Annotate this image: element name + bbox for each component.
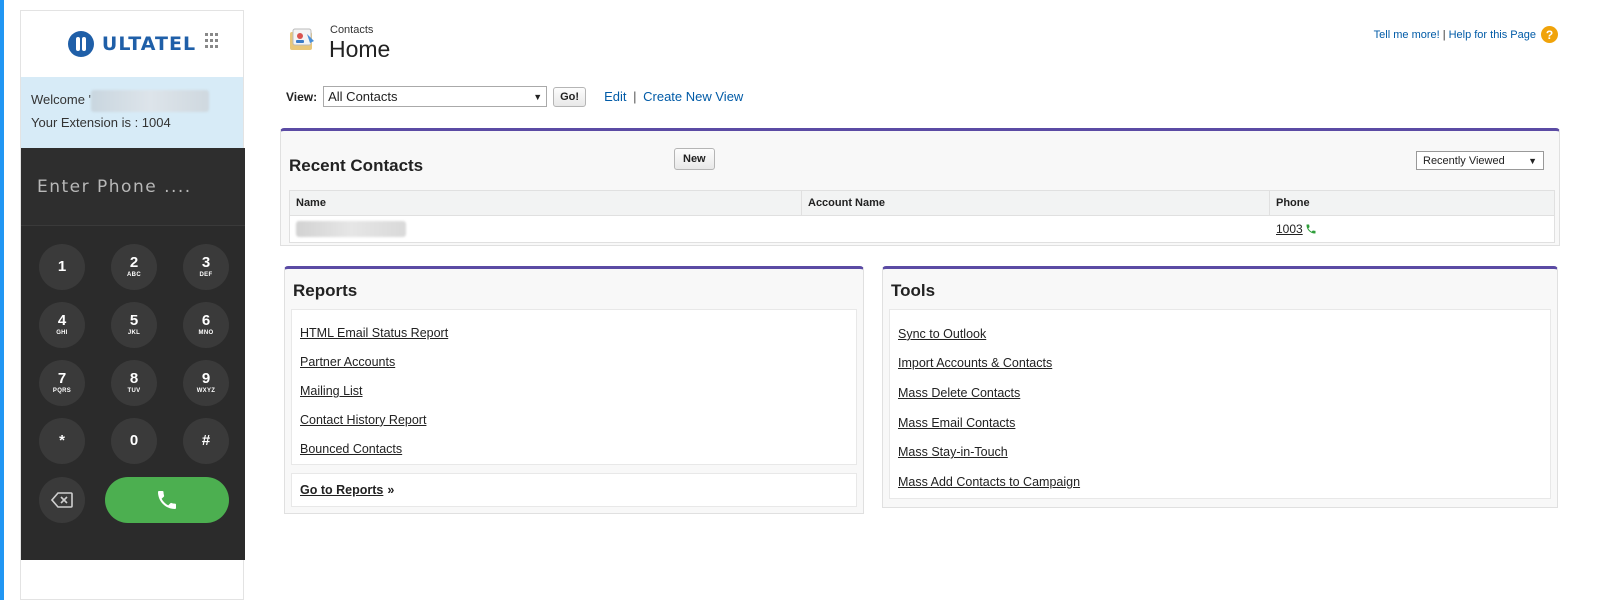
tool-link-mass-add-campaign[interactable]: Mass Add Contacts to Campaign	[898, 467, 1542, 497]
go-to-reports-box: Go to Reports »	[291, 473, 857, 507]
phone-number: 1003	[1276, 222, 1303, 236]
page-title: Home	[329, 36, 391, 62]
logo-text: ULTATEL	[101, 33, 197, 55]
column-header-phone[interactable]: Phone	[1270, 191, 1554, 215]
welcome-text: Welcome '	[31, 92, 92, 107]
call-button[interactable]	[105, 477, 229, 523]
report-link-bounced-contacts[interactable]: Bounced Contacts	[300, 434, 848, 463]
go-button[interactable]: Go!	[553, 86, 587, 107]
tool-link-import-accounts[interactable]: Import Accounts & Contacts	[898, 349, 1542, 379]
go-to-reports-link[interactable]: Go to Reports	[300, 483, 383, 497]
reports-panel: Reports HTML Email Status Report Partner…	[284, 266, 864, 514]
left-edge-bar	[0, 0, 4, 600]
reports-list: HTML Email Status Report Partner Account…	[292, 310, 856, 472]
recent-contacts-panel: Recent Contacts New Recently Viewed ▼ Na…	[280, 128, 1560, 246]
table-row: 1003	[290, 216, 1554, 242]
column-header-name[interactable]: Name	[290, 191, 802, 215]
view-link-separator: |	[633, 89, 637, 104]
tools-list: Sync to Outlook Import Accounts & Contac…	[890, 310, 1550, 506]
contacts-icon	[290, 28, 314, 50]
logo-bar: ULTATEL	[21, 11, 243, 77]
key-0[interactable]: 0	[111, 418, 157, 464]
backspace-icon	[51, 492, 73, 508]
help-links: Tell me more! | Help for this Page ?	[1374, 26, 1558, 43]
softphone-sidebar: ULTATEL Welcome ' Your Extension is : 10…	[20, 10, 245, 600]
report-link-html-email-status[interactable]: HTML Email Status Report	[300, 319, 848, 348]
table-header: Name Account Name Phone	[290, 191, 1554, 216]
tool-link-mass-delete[interactable]: Mass Delete Contacts	[898, 378, 1542, 408]
phone-link[interactable]: 1003	[1276, 222, 1317, 236]
phone-number-input[interactable]	[37, 176, 227, 197]
tools-panel: Tools Sync to Outlook Import Accounts & …	[882, 266, 1558, 508]
key-star[interactable]: *	[39, 418, 85, 464]
tools-title: Tools	[891, 281, 936, 300]
reports-title: Reports	[293, 281, 358, 300]
tool-link-sync-outlook[interactable]: Sync to Outlook	[898, 319, 1542, 349]
click-to-call-icon[interactable]	[1305, 223, 1317, 235]
view-select[interactable]: All Contacts ▼	[323, 86, 548, 107]
new-contact-button[interactable]: New	[674, 148, 715, 170]
recently-viewed-value: Recently Viewed	[1423, 154, 1505, 167]
phone-input-area	[21, 148, 245, 226]
key-3[interactable]: 3 DEF	[183, 244, 229, 290]
redacted-contact-name	[296, 221, 406, 237]
help-icon[interactable]: ?	[1541, 26, 1558, 43]
edit-view-link[interactable]: Edit	[604, 89, 626, 104]
view-selected-value: All Contacts	[328, 89, 398, 104]
welcome-panel: Welcome ' Your Extension is : 1004	[21, 77, 243, 149]
key-4[interactable]: 4 GHI	[39, 302, 85, 348]
recently-viewed-select[interactable]: Recently Viewed ▼	[1416, 151, 1544, 170]
ultatel-logo-icon	[67, 31, 94, 57]
account-name-cell	[802, 216, 1270, 242]
key-9[interactable]: 9 WXYZ	[183, 360, 229, 406]
key-8[interactable]: 8 TUV	[111, 360, 157, 406]
extension-text: Your Extension is : 1004	[31, 114, 171, 130]
tool-link-mass-stay-in-touch[interactable]: Mass Stay-in-Touch	[898, 437, 1542, 467]
redacted-username	[91, 89, 210, 112]
key-5[interactable]: 5 JKL	[111, 302, 157, 348]
view-links: Edit | Create New View	[604, 89, 743, 104]
create-new-view-link[interactable]: Create New View	[643, 89, 743, 104]
apps-grid-icon[interactable]	[205, 33, 221, 49]
tool-link-mass-email[interactable]: Mass Email Contacts	[898, 408, 1542, 438]
keypad: 1 2 ABC 3 DEF 4 GHI 5 JKL 6 MNO 7 PQRS 8 TUV 9W…	[39, 244, 229, 464]
phone-cell: 1003	[1270, 216, 1554, 242]
key-7[interactable]: 7 PQRS	[39, 360, 85, 406]
dialer-pad: 1 2ABC 3DEF 4GHI 5JKL 6MNO 7PQRS 8TUV 9W…	[21, 148, 245, 560]
dropdown-arrow-icon: ▼	[1528, 155, 1537, 166]
report-link-partner-accounts[interactable]: Partner Accounts	[300, 348, 848, 377]
tools-links-box: Sync to Outlook Import Accounts & Contac…	[889, 309, 1551, 499]
tell-me-more-link[interactable]: Tell me more!	[1374, 29, 1440, 41]
help-separator: |	[1442, 28, 1446, 41]
help-for-page-link[interactable]: Help for this Page	[1449, 29, 1536, 41]
key-6[interactable]: 6 MNO	[183, 302, 229, 348]
page-subtitle: Contacts	[330, 24, 374, 36]
column-header-account-name[interactable]: Account Name	[802, 191, 1270, 215]
report-link-contact-history[interactable]: Contact History Report	[300, 405, 848, 434]
view-row: View: All Contacts ▼ Go! Edit | Create N…	[286, 86, 743, 107]
phone-icon	[158, 491, 176, 509]
double-chevron-icon: »	[387, 483, 395, 497]
report-link-mailing-list[interactable]: Mailing List	[300, 377, 848, 406]
recent-contacts-table: Name Account Name Phone 1003	[289, 190, 1555, 243]
main-content: Contacts Home Tell me more! | Help for t…	[280, 0, 1560, 600]
contact-name-cell[interactable]	[290, 216, 802, 242]
reports-links-box: HTML Email Status Report Partner Account…	[291, 309, 857, 465]
dropdown-arrow-icon: ▼	[533, 91, 543, 102]
view-label: View:	[286, 89, 318, 104]
key-2[interactable]: 2 ABC	[111, 244, 157, 290]
key-hash[interactable]: #	[183, 418, 229, 464]
backspace-button[interactable]	[39, 477, 85, 523]
recent-contacts-title: Recent Contacts	[289, 156, 424, 175]
key-1[interactable]: 1	[39, 244, 85, 290]
